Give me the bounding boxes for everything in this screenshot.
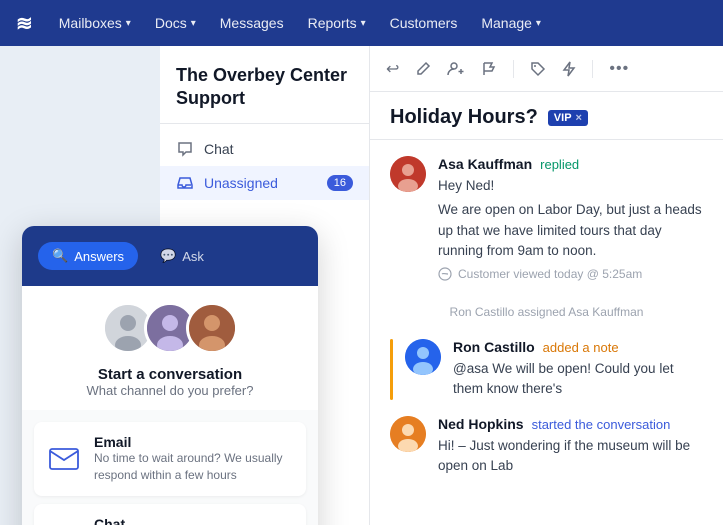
nav-docs[interactable]: Docs ▾ bbox=[145, 9, 206, 37]
right-panel: ↩ ••• Holiday Hours? VIP bbox=[370, 46, 723, 525]
chevron-down-icon: ▾ bbox=[191, 18, 196, 29]
search-icon: 🔍 bbox=[52, 248, 68, 264]
toolbar-separator bbox=[513, 60, 514, 78]
msg-action: replied bbox=[540, 157, 579, 172]
avatar-asa bbox=[390, 156, 426, 192]
inbox-icon bbox=[176, 174, 194, 192]
chevron-down-icon: ▾ bbox=[126, 18, 131, 29]
chat-icon bbox=[176, 140, 194, 158]
flag-icon[interactable] bbox=[481, 61, 497, 77]
avatar-ron bbox=[405, 339, 441, 375]
widget-options: Email No time to wait around? We usually… bbox=[22, 410, 318, 525]
nav-reports[interactable]: Reports ▾ bbox=[298, 9, 376, 37]
lightning-icon[interactable] bbox=[562, 61, 576, 77]
conversation-title: Holiday Hours? bbox=[390, 106, 538, 129]
msg-text-ned: Hi! – Just wondering if the museum will … bbox=[438, 436, 703, 477]
chat-option-text: Chat We're online right now, talk with o… bbox=[94, 516, 292, 525]
widget-answers-btn[interactable]: 🔍 Answers bbox=[38, 242, 138, 270]
mailbox-header: The Overbey Center Support bbox=[160, 46, 369, 124]
widget-ask-btn[interactable]: 💬 Ask bbox=[146, 242, 218, 270]
msg-action-ron: added a note bbox=[543, 340, 619, 355]
widget-option-email[interactable]: Email No time to wait around? We usually… bbox=[34, 422, 306, 496]
widget-header: 🔍 Answers 💬 Ask bbox=[22, 226, 318, 286]
chevron-down-icon: ▾ bbox=[536, 18, 541, 29]
email-option-text: Email No time to wait around? We usually… bbox=[94, 434, 292, 484]
tag-icon[interactable] bbox=[530, 61, 546, 77]
nav-item-unassigned[interactable]: Unassigned 16 bbox=[160, 166, 369, 200]
chat-bubble-icon: 💬 bbox=[160, 248, 176, 264]
msg-text-ron: @asa We will be open! Could you let them… bbox=[453, 359, 703, 400]
msg-text-asa-1: Hey Ned! bbox=[438, 176, 703, 196]
vip-badge: VIP × bbox=[548, 110, 588, 126]
nav-item-chat[interactable]: Chat bbox=[160, 132, 369, 166]
nav-customers[interactable]: Customers bbox=[380, 9, 468, 37]
mailbox-title: The Overbey Center Support bbox=[176, 64, 353, 111]
message-asa: Asa Kauffman replied Hey Ned! We are ope… bbox=[390, 156, 703, 281]
msg-author-ned: Ned Hopkins bbox=[438, 416, 524, 432]
logo: ≋ bbox=[16, 11, 33, 36]
team-avatar-3 bbox=[186, 302, 238, 354]
conversation-toolbar: ↩ ••• bbox=[370, 46, 723, 92]
widget-avatars bbox=[22, 302, 318, 354]
message-ned: Ned Hopkins started the conversation Hi!… bbox=[390, 416, 703, 477]
unassigned-badge: 16 bbox=[327, 175, 353, 191]
chat-widget: 🔍 Answers 💬 Ask Start a conversation Wha bbox=[22, 226, 318, 525]
msg-content-ron: Ron Castillo added a note @asa We will b… bbox=[453, 339, 703, 400]
nav-messages[interactable]: Messages bbox=[210, 9, 294, 37]
middle-nav: Chat Unassigned 16 bbox=[160, 124, 369, 208]
msg-text-asa-2: We are open on Labor Day, but just a hea… bbox=[438, 200, 703, 261]
assign-icon[interactable] bbox=[447, 61, 465, 77]
conversation-header: Holiday Hours? VIP × bbox=[370, 92, 723, 140]
chevron-down-icon: ▾ bbox=[361, 18, 366, 29]
undo-icon[interactable]: ↩ bbox=[386, 59, 399, 79]
avatar-ned bbox=[390, 416, 426, 452]
messages-area: Asa Kauffman replied Hey Ned! We are ope… bbox=[370, 140, 723, 525]
nav-manage[interactable]: Manage ▾ bbox=[471, 9, 551, 37]
vip-badge-close[interactable]: × bbox=[576, 112, 582, 124]
message-ron-wrapper: Ron Castillo added a note @asa We will b… bbox=[390, 339, 703, 400]
msg-content-ned: Ned Hopkins started the conversation Hi!… bbox=[438, 416, 703, 477]
msg-action-ned: started the conversation bbox=[532, 417, 671, 432]
email-icon bbox=[48, 441, 80, 477]
widget-option-chat[interactable]: Chat We're online right now, talk with o… bbox=[34, 504, 306, 525]
edit-icon[interactable] bbox=[415, 61, 431, 77]
more-icon[interactable]: ••• bbox=[609, 60, 629, 78]
msg-author-ron: Ron Castillo bbox=[453, 339, 535, 355]
msg-author: Asa Kauffman bbox=[438, 156, 532, 172]
system-message-assign: Ron Castillo assigned Asa Kauffman bbox=[390, 297, 703, 327]
toolbar-separator-2 bbox=[592, 60, 593, 78]
widget-cta: Start a conversation What channel do you… bbox=[22, 366, 318, 410]
message-ron: Ron Castillo added a note @asa We will b… bbox=[393, 339, 703, 400]
nav-mailboxes[interactable]: Mailboxes ▾ bbox=[49, 9, 141, 37]
msg-meta-asa: Customer viewed today @ 5:25am bbox=[438, 267, 703, 281]
msg-content-asa: Asa Kauffman replied Hey Ned! We are ope… bbox=[438, 156, 703, 281]
